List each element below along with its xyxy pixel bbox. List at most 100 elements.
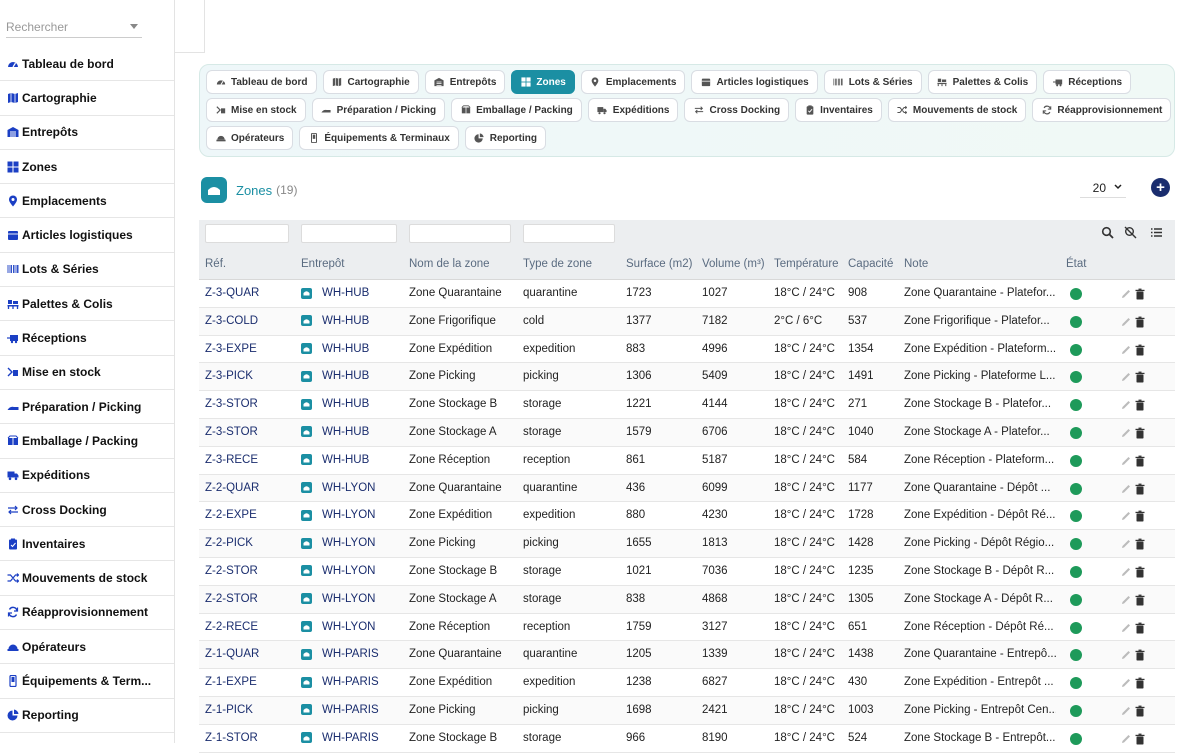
warehouse-link[interactable]: WH-PARIS (301, 676, 391, 688)
column-header[interactable]: Nom de la zone (409, 258, 490, 270)
search-box[interactable] (6, 14, 142, 38)
zone-ref-link[interactable]: Z-3-STOR (205, 426, 295, 438)
sidebar-item-0[interactable]: Tableau de bord (0, 47, 174, 82)
delete-icon[interactable] (1134, 676, 1146, 689)
filter-ref-input[interactable] (205, 224, 289, 243)
column-header[interactable]: Volume (m³) (702, 258, 765, 270)
warehouse-link[interactable]: WH-PARIS (301, 732, 391, 744)
tab-row2-5[interactable]: Inventaires (795, 98, 882, 122)
zone-ref-link[interactable]: Z-1-EXPE (205, 676, 295, 688)
edit-icon[interactable] (1120, 370, 1132, 382)
table-row[interactable]: Z-1-PICK WH-PARIS Zone Picking picking 1698 2… (199, 696, 1175, 725)
delete-icon[interactable] (1134, 704, 1146, 717)
delete-icon[interactable] (1134, 732, 1146, 745)
zone-ref-link[interactable]: Z-2-EXPE (205, 509, 295, 521)
tab-row2-7[interactable]: Réapprovisionnement (1032, 98, 1172, 122)
column-header[interactable]: Surface (m2) (626, 258, 692, 270)
warehouse-link[interactable]: WH-LYON (301, 537, 391, 549)
warehouse-link[interactable]: WH-PARIS (301, 704, 391, 716)
edit-icon[interactable] (1120, 732, 1132, 744)
zone-ref-link[interactable]: Z-3-PICK (205, 370, 295, 382)
sidebar-item-5[interactable]: Articles logistiques (0, 218, 174, 253)
warehouse-link[interactable]: WH-LYON (301, 482, 391, 494)
delete-icon[interactable] (1134, 621, 1146, 634)
tab-row1-3[interactable]: Zones (511, 70, 575, 94)
warehouse-link[interactable]: WH-PARIS (301, 648, 391, 660)
sidebar-item-11[interactable]: Emballage / Packing (0, 424, 174, 459)
column-header[interactable]: Température (774, 258, 839, 270)
delete-icon[interactable] (1134, 343, 1146, 356)
sidebar-item-2[interactable]: Entrepôts (0, 116, 174, 150)
zone-ref-link[interactable]: Z-3-STOR (205, 398, 295, 410)
tab-row1-8[interactable]: Réceptions (1043, 70, 1132, 94)
column-header[interactable]: Capacité (848, 258, 893, 270)
tab-row2-3[interactable]: Expéditions (587, 98, 679, 122)
sidebar-item-19[interactable]: Reporting (0, 699, 174, 733)
tab-row2-0[interactable]: Mise en stock (206, 98, 306, 122)
edit-icon[interactable] (1120, 398, 1132, 410)
delete-icon[interactable] (1134, 482, 1146, 495)
delete-icon[interactable] (1134, 537, 1146, 550)
edit-icon[interactable] (1120, 648, 1132, 660)
column-header[interactable]: Entrepôt (301, 258, 344, 270)
delete-icon[interactable] (1134, 565, 1146, 578)
tab-row2-6[interactable]: Mouvements de stock (887, 98, 1027, 122)
tab-row1-5[interactable]: Articles logistiques (691, 70, 818, 94)
sidebar-item-4[interactable]: Emplacements (0, 184, 174, 219)
clear-search-icon[interactable] (1124, 226, 1137, 239)
zone-ref-link[interactable]: Z-2-QUAR (205, 482, 295, 494)
edit-icon[interactable] (1120, 426, 1132, 438)
sidebar-item-18[interactable]: Équipements & Term... (0, 664, 174, 699)
table-row[interactable]: Z-3-COLD WH-HUB Zone Frigorifique cold 1377 7… (199, 307, 1175, 336)
table-row[interactable]: Z-2-RECE WH-LYON Zone Réception reception 17… (199, 613, 1175, 642)
search-icon[interactable] (1101, 226, 1114, 239)
warehouse-link[interactable]: WH-HUB (301, 287, 391, 299)
page-size-select[interactable]: 20 (1080, 178, 1126, 198)
sidebar-item-15[interactable]: Mouvements de stock (0, 561, 174, 596)
add-zone-button[interactable]: + (1151, 178, 1170, 197)
tab-row1-7[interactable]: Palettes & Colis (927, 70, 1038, 94)
sidebar-item-1[interactable]: Cartographie (0, 81, 174, 116)
delete-icon[interactable] (1134, 593, 1146, 606)
delete-icon[interactable] (1134, 509, 1146, 522)
warehouse-link[interactable]: WH-HUB (301, 398, 391, 410)
sidebar-item-9[interactable]: Mise en stock (0, 356, 174, 390)
tab-row2-4[interactable]: Cross Docking (684, 98, 790, 122)
search-input[interactable] (6, 14, 124, 34)
tab-row1-1[interactable]: Cartographie (322, 70, 419, 94)
column-header[interactable]: Type de zone (523, 258, 592, 270)
edit-icon[interactable] (1120, 593, 1132, 605)
table-row[interactable]: Z-1-EXPE WH-PARIS Zone Expédition expeditio… (199, 669, 1175, 697)
zone-ref-link[interactable]: Z-3-RECE (205, 454, 295, 466)
table-row[interactable]: Z-3-PICK WH-HUB Zone Picking picking 1306 540… (199, 363, 1175, 392)
filter-warehouse-input[interactable] (301, 224, 397, 243)
edit-icon[interactable] (1120, 565, 1132, 577)
zone-ref-link[interactable]: Z-3-COLD (205, 315, 295, 327)
zone-ref-link[interactable]: Z-3-QUAR (205, 287, 295, 299)
zone-ref-link[interactable]: Z-1-PICK (205, 704, 295, 716)
edit-icon[interactable] (1120, 537, 1132, 549)
zone-ref-link[interactable]: Z-2-RECE (205, 621, 295, 633)
delete-icon[interactable] (1134, 648, 1146, 661)
edit-icon[interactable] (1120, 315, 1132, 327)
zone-ref-link[interactable]: Z-3-EXPE (205, 343, 295, 355)
table-row[interactable]: Z-1-STOR WH-PARIS Zone Stockage B storage 96… (199, 724, 1175, 753)
edit-icon[interactable] (1120, 676, 1132, 688)
zone-ref-link[interactable]: Z-1-QUAR (205, 648, 295, 660)
edit-icon[interactable] (1120, 621, 1132, 633)
warehouse-link[interactable]: WH-LYON (301, 593, 391, 605)
delete-icon[interactable] (1134, 454, 1146, 467)
sidebar-item-14[interactable]: Inventaires (0, 527, 174, 562)
table-row[interactable]: Z-3-QUAR WH-HUB Zone Quarantaine quarantine… (199, 280, 1175, 308)
sidebar-item-10[interactable]: Préparation / Picking (0, 390, 174, 425)
warehouse-link[interactable]: WH-LYON (301, 565, 391, 577)
tab-row3-2[interactable]: Reporting (464, 126, 546, 150)
zone-ref-link[interactable]: Z-2-STOR (205, 565, 295, 577)
warehouse-link[interactable]: WH-HUB (301, 370, 391, 382)
filter-name-input[interactable] (409, 224, 511, 243)
warehouse-link[interactable]: WH-HUB (301, 454, 391, 466)
table-row[interactable]: Z-3-RECE WH-HUB Zone Réception reception 861… (199, 446, 1175, 475)
table-row[interactable]: Z-2-STOR WH-LYON Zone Stockage B storage 102… (199, 557, 1175, 586)
warehouse-link[interactable]: WH-LYON (301, 621, 391, 633)
tab-row1-4[interactable]: Emplacements (580, 70, 686, 94)
